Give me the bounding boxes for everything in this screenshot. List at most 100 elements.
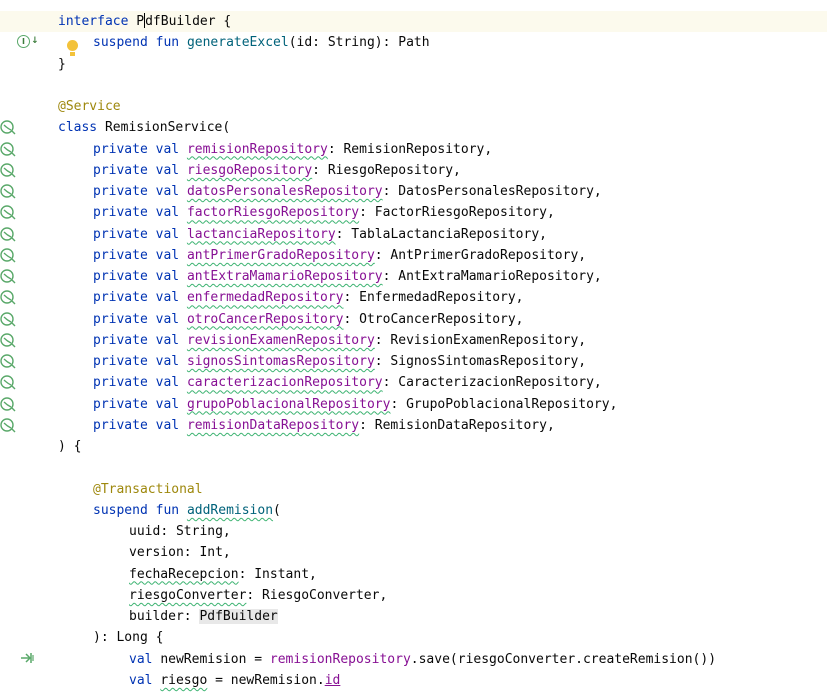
param-type: : FactorRiesgoRepository, (359, 205, 555, 221)
spring-bean-icon[interactable] (0, 119, 16, 135)
code-line-5[interactable]: @Service (58, 96, 827, 117)
keyword-private: private (93, 417, 148, 433)
return-type: ): Long { (93, 630, 164, 646)
param-type: : GrupoPoblacionalRepository, (390, 396, 618, 412)
code-line-21[interactable]: ) { (58, 436, 827, 457)
code-line-22[interactable] (58, 457, 827, 478)
constructor-param-line[interactable]: private val antPrimerGradoRepository: An… (58, 245, 827, 266)
spring-bean-icon[interactable] (0, 374, 16, 390)
spring-bean-icon[interactable] (0, 204, 16, 220)
keyword-private: private (93, 354, 148, 369)
param-type: : OtroCancerRepository, (343, 311, 524, 327)
param-name: otroCancerRepository (186, 311, 344, 327)
constructor-param-line[interactable]: private val datosPersonalesRepository: D… (58, 181, 827, 202)
keyword-val: val (129, 672, 153, 688)
keyword-private: private (93, 375, 148, 391)
constructor-param-line[interactable]: private val lactanciaRepository: TablaLa… (58, 224, 827, 245)
keyword-private: private (93, 184, 148, 199)
param-name: datosPersonalesRepository (186, 184, 383, 199)
spring-bean-icon[interactable] (0, 141, 16, 157)
function-params: uuid: String, version: Int, fechaRecepcion… (58, 521, 827, 627)
spring-bean-icon[interactable] (0, 183, 16, 199)
code-line-2[interactable]: suspend fun generateExcel(id: String): P… (58, 32, 827, 53)
spring-bean-icon[interactable] (0, 396, 16, 412)
spring-bean-icon[interactable] (0, 226, 16, 242)
param-type: : Instant, (238, 566, 317, 582)
param-type: : CaracterizacionRepository, (382, 375, 602, 391)
param-name: riesgoRepository (186, 162, 313, 178)
param-type: : (183, 609, 200, 624)
function-param-line[interactable]: version: Int, (58, 542, 827, 563)
keyword-val: val (155, 162, 180, 178)
spring-bean-icon[interactable] (0, 353, 16, 369)
spring-bean-icon[interactable] (0, 332, 16, 348)
param-name: riesgoConverter (129, 587, 247, 603)
variable-name: newRemision (160, 651, 247, 667)
function-param-line[interactable]: fechaRecepcion: Instant, (58, 564, 827, 585)
spring-bean-icon[interactable] (0, 247, 16, 263)
constructor-params: private val remisionRepository: Remision… (58, 139, 827, 437)
function-param-line[interactable]: builder: PdfBuilder (58, 606, 827, 627)
keyword-val: val (155, 205, 180, 221)
keyword-private: private (93, 247, 148, 263)
keyword-private: private (93, 226, 148, 242)
spring-bean-icon[interactable] (0, 311, 16, 327)
code-line-23[interactable]: @Transactional (58, 479, 827, 500)
function-signature: (id: String): Path (288, 35, 430, 51)
constructor-param-line[interactable]: private val remisionRepository: Remision… (58, 139, 827, 160)
code-editor[interactable]: I↓ I↓ interface PdfBuilder { suspend fun… (0, 0, 827, 695)
spring-bean-icon[interactable] (0, 289, 16, 305)
constructor-param-line[interactable]: private val caracterizacionRepository: C… (58, 372, 827, 393)
spring-bean-icon[interactable] (0, 417, 16, 433)
param-name: grupoPoblacionalRepository (186, 396, 391, 412)
param-name: fechaRecepcion (129, 566, 239, 582)
code-line-3[interactable]: } (58, 54, 827, 75)
param-name: remisionRepository (186, 141, 328, 157)
constructor-param-line[interactable]: private val signosSintomasRepository: Si… (58, 351, 827, 372)
constructor-param-line[interactable]: private val enfermedadRepository: Enferm… (58, 287, 827, 308)
constructor-param-line[interactable]: private val grupoPoblacionalRepository: … (58, 394, 827, 415)
implemented-method-icon[interactable]: I ↓ (17, 35, 39, 49)
param-type: : Int, (183, 545, 231, 561)
code-area[interactable]: interface PdfBuilder { suspend fun gener… (0, 11, 827, 691)
param-name: remisionDataRepository (186, 417, 360, 433)
constructor-param-line[interactable]: private val antExtraMamarioRepository: A… (58, 266, 827, 287)
constructor-param-line[interactable]: private val otroCancerRepository: OtroCa… (58, 309, 827, 330)
keyword-private: private (93, 205, 148, 221)
keyword-fun: fun (155, 502, 180, 518)
open-paren: ( (222, 120, 231, 136)
spring-bean-icon[interactable] (0, 162, 16, 178)
code-line-32[interactable]: val riesgo = newRemision.id (58, 670, 827, 691)
code-line-31[interactable]: val newRemision = remisionRepository.sav… (58, 649, 827, 670)
function-param-line[interactable]: uuid: String, (58, 521, 827, 542)
code-line-24[interactable]: suspend fun addRemision( (58, 500, 827, 521)
param-type: : RiesgoConverter, (246, 587, 388, 603)
keyword-private: private (93, 311, 148, 327)
param-type: : RevisionExamenRepository, (374, 332, 587, 348)
keyword-private: private (93, 332, 148, 348)
code-line-30[interactable]: ): Long { (58, 627, 827, 648)
spring-bean-icon[interactable] (0, 268, 16, 284)
constructor-param-line[interactable]: private val riesgoRepository: RiesgoRepo… (58, 160, 827, 181)
constructor-param-line[interactable]: private val factorRiesgoRepository: Fact… (58, 202, 827, 223)
keyword-val: val (155, 311, 180, 327)
suspend-call-icon[interactable] (20, 651, 36, 665)
keyword-val: val (155, 226, 180, 242)
keyword-private: private (93, 269, 148, 284)
code-line-4[interactable] (58, 75, 827, 96)
code-line-6[interactable]: class RemisionService( (58, 117, 827, 138)
open-paren: ( (273, 502, 281, 518)
annotation: @Transactional (93, 481, 203, 497)
keyword-val: val (155, 332, 180, 348)
assign: = newRemision. (207, 672, 325, 688)
code-line-1[interactable]: interface PdfBuilder { (0, 11, 827, 33)
constructor-param-line[interactable]: private val revisionExamenRepository: Re… (58, 330, 827, 351)
assign: = (246, 651, 270, 667)
keyword-val: val (155, 141, 180, 157)
param-type: : EnfermedadRepository, (343, 290, 524, 306)
constructor-param-line[interactable]: private val remisionDataRepository: Remi… (58, 415, 827, 436)
function-name: addRemision (186, 502, 274, 518)
function-param-line[interactable]: riesgoConverter: RiesgoConverter, (58, 585, 827, 606)
annotation: @Service (58, 99, 121, 114)
class-name: RemisionService (104, 120, 223, 136)
